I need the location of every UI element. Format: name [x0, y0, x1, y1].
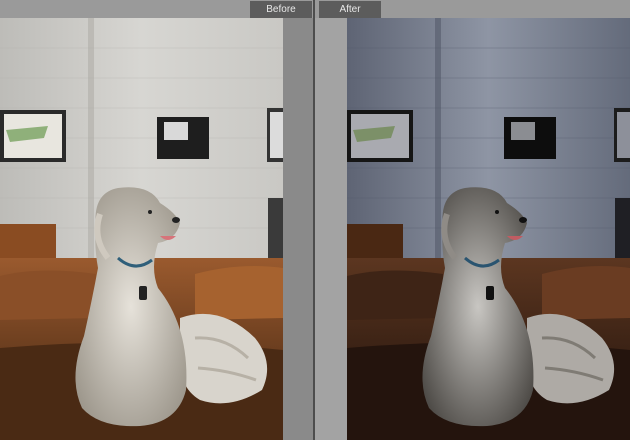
after-label: After	[319, 1, 381, 18]
compare-divider-handle[interactable]	[313, 0, 315, 440]
after-image-pane	[347, 18, 630, 440]
after-photo	[347, 18, 630, 440]
after-gutter	[313, 18, 347, 440]
before-photo	[0, 18, 283, 440]
before-image-pane	[0, 18, 283, 440]
compare-toolbar	[0, 0, 630, 18]
before-label: Before	[250, 1, 312, 18]
before-gutter	[283, 18, 313, 440]
